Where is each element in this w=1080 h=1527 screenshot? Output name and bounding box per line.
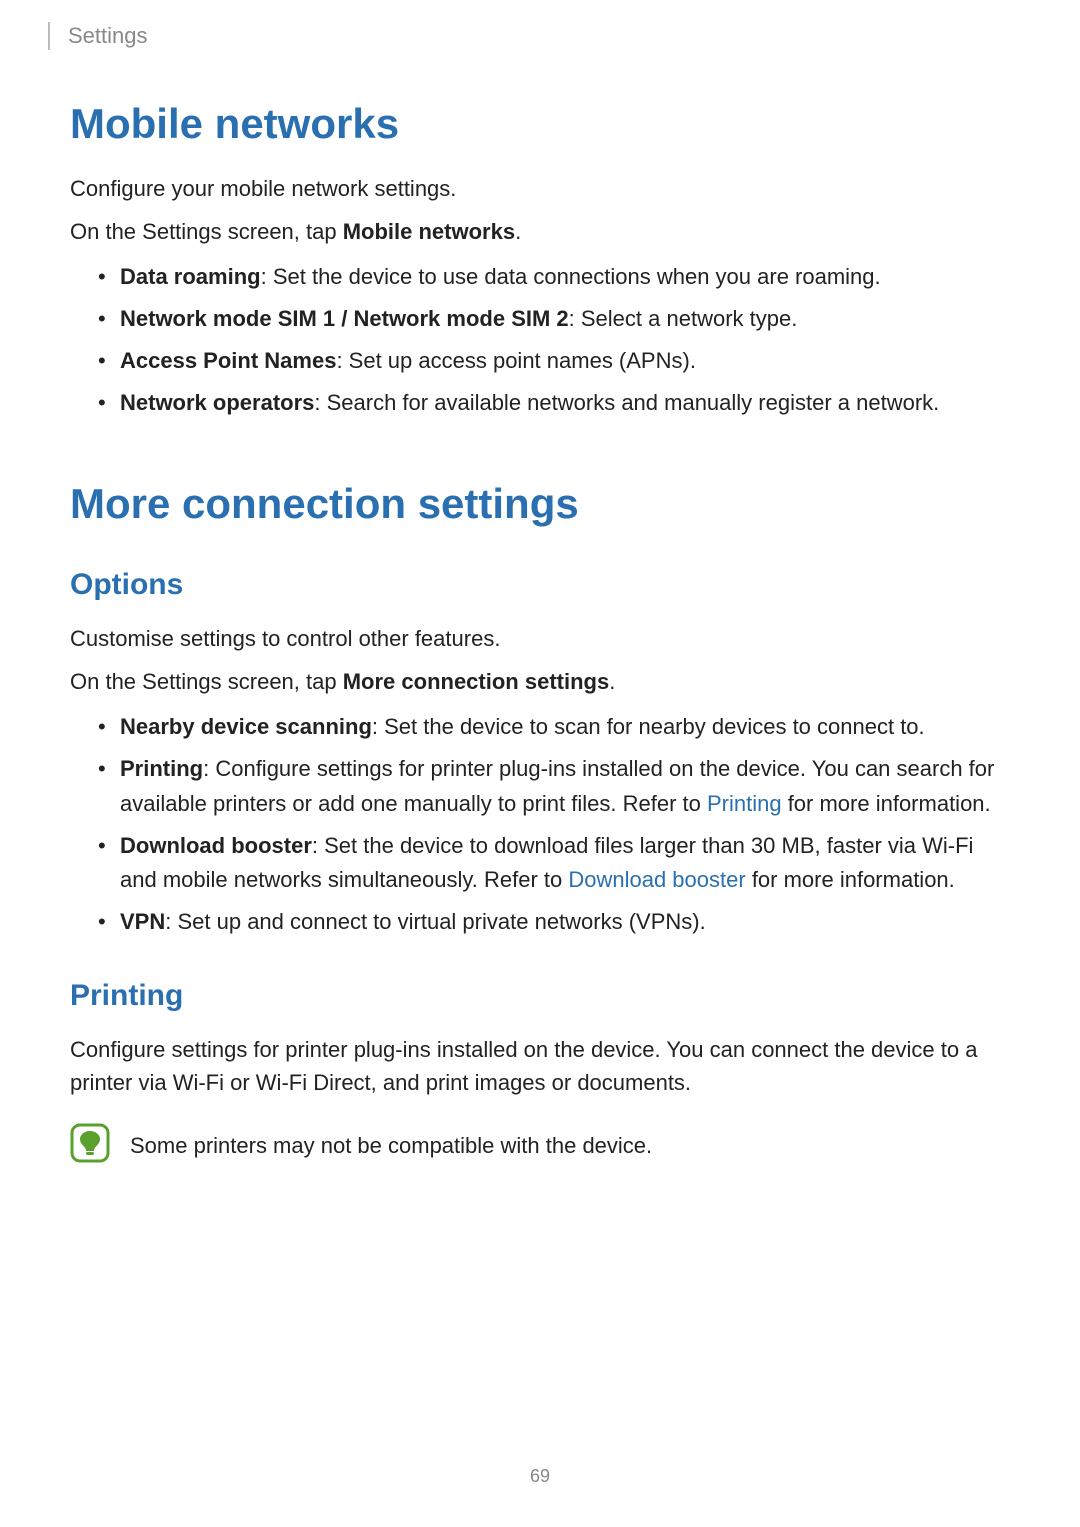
list-item: Nearby device scanning: Set the device t… [98,710,1010,744]
list-item: Access Point Names: Set up access point … [98,344,1010,378]
item-bold: Download booster [120,833,312,858]
more-connection-instruction: On the Settings screen, tap More connect… [70,665,1010,698]
instruction-bold: More connection settings [343,669,609,694]
note-icon [70,1123,110,1163]
more-connection-intro: Customise settings to control other feat… [70,622,1010,655]
item-bold: Nearby device scanning [120,714,372,739]
instruction-suffix: . [515,219,521,244]
item-desc: : Search for available networks and manu… [314,390,939,415]
header-section-name: Settings [68,23,148,49]
item-bold: Printing [120,756,203,781]
item-desc: : Set the device to use data connections… [261,264,881,289]
page-header: Settings [48,20,148,52]
list-item: Network operators: Search for available … [98,386,1010,420]
link-download-booster[interactable]: Download booster [568,867,745,892]
list-item: Download booster: Set the device to down… [98,829,1010,897]
heading-more-connection: More connection settings [70,480,1010,528]
subheading-printing: Printing [70,979,1010,1013]
list-item: Network mode SIM 1 / Network mode SIM 2:… [98,302,1010,336]
instruction-bold: Mobile networks [343,219,515,244]
item-desc: : Select a network type. [569,306,798,331]
list-item: VPN: Set up and connect to virtual priva… [98,905,1010,939]
heading-mobile-networks: Mobile networks [70,100,1010,148]
item-post: for more information. [782,791,991,816]
instruction-prefix: On the Settings screen, tap [70,669,343,694]
instruction-suffix: . [609,669,615,694]
item-desc: : Set the device to scan for nearby devi… [372,714,925,739]
item-bold: Data roaming [120,264,261,289]
list-item: Data roaming: Set the device to use data… [98,260,1010,294]
mobile-networks-instruction: On the Settings screen, tap Mobile netwo… [70,215,1010,248]
page-content: Mobile networks Configure your mobile ne… [70,100,1010,1163]
list-item: Printing: Configure settings for printer… [98,752,1010,820]
item-bold: Network operators [120,390,314,415]
mobile-networks-intro: Configure your mobile network settings. [70,172,1010,205]
header-divider [48,22,50,50]
subheading-options: Options [70,568,1010,602]
item-post: for more information. [746,867,955,892]
note-row: Some printers may not be compatible with… [70,1123,1010,1163]
mobile-networks-list: Data roaming: Set the device to use data… [98,260,1010,420]
item-desc: : Set up access point names (APNs). [336,348,696,373]
page-number: 69 [0,1466,1080,1487]
instruction-prefix: On the Settings screen, tap [70,219,343,244]
item-desc: : Set up and connect to virtual private … [165,909,705,934]
item-bold: VPN [120,909,165,934]
note-text: Some printers may not be compatible with… [130,1123,652,1163]
more-connection-list: Nearby device scanning: Set the device t… [98,710,1010,939]
item-bold: Network mode SIM 1 / Network mode SIM 2 [120,306,569,331]
item-bold: Access Point Names [120,348,336,373]
printing-body: Configure settings for printer plug-ins … [70,1033,1010,1099]
link-printing[interactable]: Printing [707,791,782,816]
